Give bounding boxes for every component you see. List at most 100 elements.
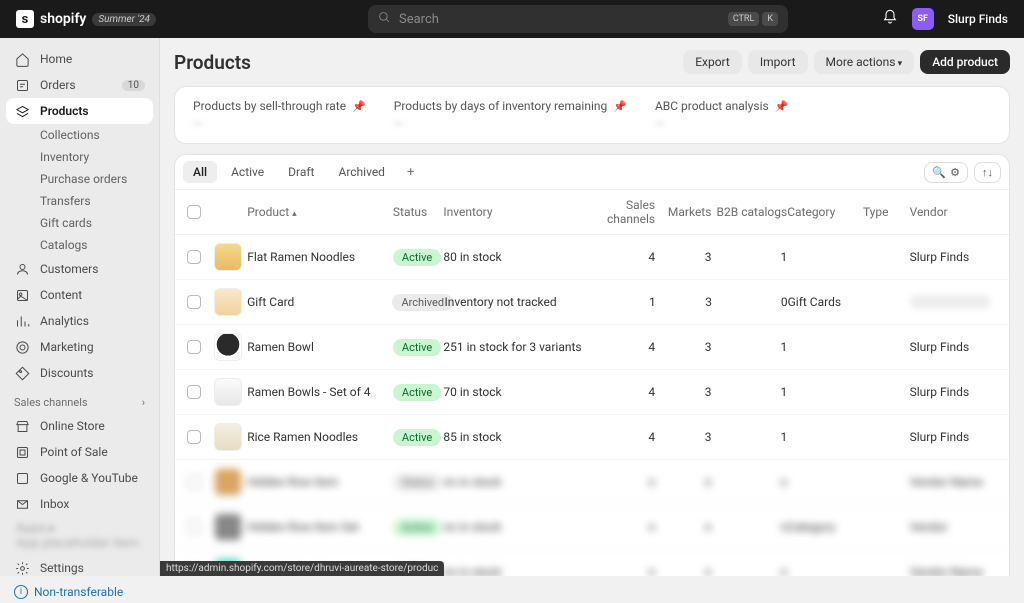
col-category[interactable]: Category	[787, 205, 863, 219]
b2b-cell: 0	[712, 295, 788, 309]
table-row[interactable]: Rice Ramen NoodlesActive85 in stock431Sl…	[175, 415, 1009, 460]
sidebar-item-home[interactable]: Home	[6, 46, 153, 72]
row-checkbox[interactable]	[187, 430, 201, 444]
marketing-icon	[14, 339, 30, 355]
markets-cell: 3	[655, 430, 711, 444]
sidebar-sub-transfers[interactable]: Transfers	[6, 190, 153, 212]
sales-channels-label[interactable]: Sales channels›	[6, 386, 153, 413]
vendor-cell: Slurp Finds	[910, 250, 997, 264]
status-badge: Active	[393, 249, 441, 266]
export-button[interactable]: Export	[683, 50, 742, 74]
col-type[interactable]: Type	[863, 205, 910, 219]
col-status[interactable]: Status	[393, 205, 444, 219]
markets-cell: 3	[655, 385, 711, 399]
table-row[interactable]: Gift CardArchivedInventory not tracked13…	[175, 280, 1009, 325]
tab-active[interactable]: Active	[221, 161, 274, 183]
avatar[interactable]: SF	[912, 8, 934, 30]
markets-cell: 3	[655, 250, 711, 264]
non-transferable-notice[interactable]: iNon-transferable	[6, 581, 153, 603]
inventory-cell: 70 in stock	[443, 385, 598, 399]
sidebar-item-online-store[interactable]: Online Store	[6, 413, 153, 439]
sidebar-sub-gift-cards[interactable]: Gift cards	[6, 212, 153, 234]
sidebar-sub-catalogs[interactable]: Catalogs	[6, 234, 153, 256]
sidebar-item-inbox[interactable]: Inbox	[6, 491, 153, 517]
sidebar-sub-purchase-orders[interactable]: Purchase orders	[6, 168, 153, 190]
table-row[interactable]: Flat Ramen NoodlesActive80 in stock431Sl…	[175, 235, 1009, 280]
col-vendor[interactable]: Vendor	[910, 205, 997, 219]
search-input[interactable]: Search CTRL K	[368, 5, 788, 33]
col-product[interactable]: Product▴	[247, 205, 393, 219]
row-checkbox[interactable]	[187, 250, 201, 264]
sidebar-item-marketing[interactable]: Marketing	[6, 334, 153, 360]
logo-text: shopify	[40, 11, 86, 27]
table-row[interactable]: Ramen Bowls - Set of 4Active70 in stock4…	[175, 370, 1009, 415]
orders-icon	[14, 77, 30, 93]
tab-draft[interactable]: Draft	[278, 161, 324, 183]
status-bar-url: https://admin.shopify.com/store/dhruvi-a…	[160, 561, 444, 576]
sales-channels-cell: 4	[599, 250, 655, 264]
orders-badge: 10	[122, 80, 145, 91]
tab-all[interactable]: All	[183, 161, 217, 183]
sidebar-item-customers[interactable]: Customers	[6, 256, 153, 282]
sidebar-item-analytics[interactable]: Analytics	[6, 308, 153, 334]
b2b-cell: 1	[711, 250, 787, 264]
sidebar-item-products[interactable]: Products	[6, 98, 153, 124]
col-markets[interactable]: Markets	[655, 205, 711, 219]
sidebar-item-orders[interactable]: Orders10	[6, 72, 153, 98]
table-header: Product▴ Status Inventory Sales channels…	[175, 190, 1009, 235]
search-kbd: CTRL K	[728, 12, 778, 26]
add-product-button[interactable]: Add product	[920, 50, 1010, 74]
logo[interactable]: s shopify Summer '24	[16, 10, 156, 28]
product-name[interactable]: Ramen Bowl	[247, 340, 393, 354]
analytics-item-0[interactable]: Products by sell-through rate📌—	[193, 99, 366, 131]
sidebar-sub-inventory[interactable]: Inventory	[6, 146, 153, 168]
col-sales-channels[interactable]: Sales channels	[599, 198, 655, 226]
sidebar-item-pos[interactable]: Point of Sale	[6, 439, 153, 465]
product-name[interactable]: Ramen Bowls - Set of 4	[247, 385, 393, 399]
store-name[interactable]: Slurp Finds	[948, 12, 1008, 26]
home-icon	[14, 51, 30, 67]
content-icon	[14, 287, 30, 303]
products-icon	[14, 103, 30, 119]
product-name[interactable]: Gift Card	[247, 295, 392, 309]
status-badge: Active	[393, 429, 441, 446]
analytics-item-2[interactable]: ABC product analysis📌—	[655, 99, 788, 131]
col-b2b[interactable]: B2B catalogs	[711, 205, 787, 219]
select-all-checkbox[interactable]	[187, 205, 201, 219]
col-inventory[interactable]: Inventory	[443, 205, 598, 219]
tab-archived[interactable]: Archived	[328, 161, 394, 183]
sidebar: Home Orders10 Products Collections Inven…	[0, 38, 160, 576]
sidebar-item-content[interactable]: Content	[6, 282, 153, 308]
row-checkbox[interactable]	[187, 385, 201, 399]
product-thumbnail	[214, 423, 242, 451]
markets-cell: 3	[655, 340, 711, 354]
vendor-cell: Slurp Finds	[910, 385, 997, 399]
analytics-icon	[14, 313, 30, 329]
row-checkbox[interactable]	[187, 295, 201, 309]
blurred-rows: Hidden Row ItemStatusnn in stocknnnVendo…	[175, 460, 1009, 576]
inventory-cell: 85 in stock	[443, 430, 598, 444]
category-cell: Gift Cards	[788, 295, 864, 309]
bell-icon[interactable]	[882, 9, 898, 29]
analytics-item-1[interactable]: Products by days of inventory remaining📌…	[394, 99, 627, 131]
sales-channels-cell: 4	[599, 430, 655, 444]
product-name[interactable]: Rice Ramen Noodles	[247, 430, 393, 444]
status-badge: Active	[393, 339, 441, 356]
search-filter-button[interactable]: 🔍⚙	[924, 162, 968, 183]
sort-asc-icon: ▴	[292, 209, 297, 219]
sidebar-sub-collections[interactable]: Collections	[6, 124, 153, 146]
sidebar-item-discounts[interactable]: Discounts	[6, 360, 153, 386]
status-badge: Active	[393, 384, 441, 401]
sort-icon: ↑↓	[982, 166, 993, 179]
import-button[interactable]: Import	[748, 50, 808, 74]
main: Products Export Import More actions Add …	[160, 38, 1024, 576]
product-thumbnail	[214, 333, 242, 361]
row-checkbox[interactable]	[187, 340, 201, 354]
add-view-button[interactable]: +	[399, 163, 422, 182]
more-actions-button[interactable]: More actions	[814, 50, 915, 74]
sidebar-item-google-youtube[interactable]: Google & YouTube	[6, 465, 153, 491]
product-name[interactable]: Flat Ramen Noodles	[247, 250, 393, 264]
table-row[interactable]: Ramen BowlActive251 in stock for 3 varia…	[175, 325, 1009, 370]
sidebar-item-settings[interactable]: Settings	[6, 555, 153, 581]
sort-button[interactable]: ↑↓	[974, 162, 1001, 183]
